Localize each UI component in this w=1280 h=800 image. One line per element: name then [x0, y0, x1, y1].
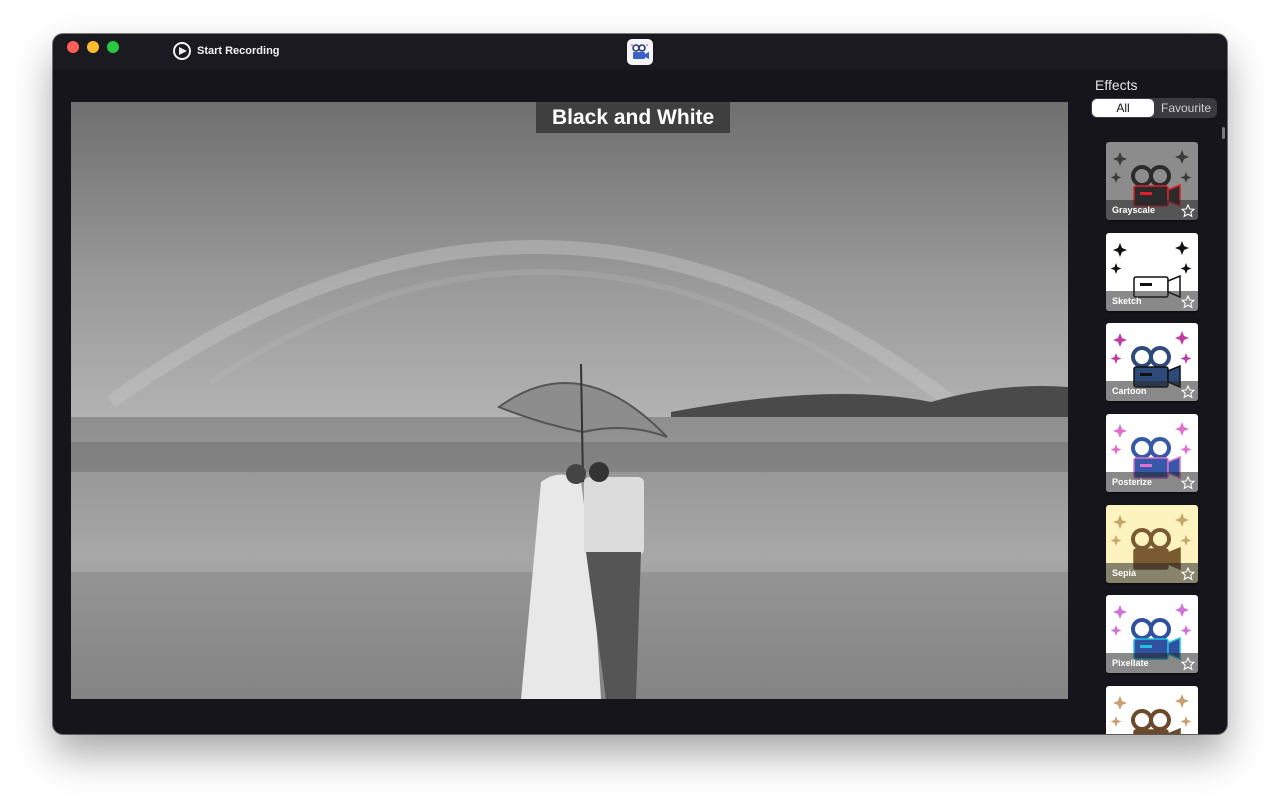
effect-name: Sketch — [1112, 295, 1142, 306]
effect-card[interactable] — [1106, 686, 1198, 734]
favourite-star-icon[interactable] — [1181, 476, 1195, 490]
play-icon — [173, 42, 191, 60]
maximize-window-button[interactable] — [107, 41, 119, 53]
effect-card[interactable]: Posterize — [1106, 414, 1198, 493]
effect-name: Sepia — [1112, 567, 1137, 578]
effects-filter-tabs: All Favourite — [1091, 98, 1217, 118]
favourite-star-icon[interactable] — [1181, 385, 1195, 399]
effect-card[interactable]: Pixellate — [1106, 595, 1198, 674]
minimize-window-button[interactable] — [87, 41, 99, 53]
title-bar: Start Recording — [53, 34, 1227, 70]
favourite-star-icon[interactable] — [1181, 204, 1195, 218]
effect-name: Posterize — [1112, 477, 1153, 488]
tab-all[interactable]: All — [1092, 99, 1154, 117]
favourite-star-icon[interactable] — [1181, 657, 1195, 671]
start-recording-button[interactable]: Start Recording — [173, 40, 280, 62]
tab-favourite[interactable]: Favourite — [1155, 98, 1217, 118]
effect-name: Pixellate — [1112, 658, 1149, 669]
preview-image — [71, 102, 1068, 699]
effects-list: Grayscale Sketch Cartoon Posterize Sepia Pixe… — [1106, 142, 1198, 734]
effect-name: Grayscale — [1112, 205, 1156, 215]
effect-thumbnail-icon — [1110, 694, 1192, 734]
camera-app-icon — [627, 39, 653, 65]
favourite-star-icon[interactable] — [1181, 566, 1195, 581]
favourite-star-icon[interactable] — [1181, 294, 1195, 309]
video-preview[interactable]: Black and White — [71, 102, 1068, 699]
filter-title-badge: Black and White — [536, 102, 731, 133]
effects-scrollbar[interactable] — [1222, 127, 1225, 139]
app-window: Start Recording Black and White Effects … — [53, 34, 1227, 734]
effect-card[interactable]: Cartoon — [1106, 323, 1198, 402]
start-recording-label: Start Recording — [197, 45, 280, 57]
effects-panel-title: Effects — [1095, 77, 1138, 93]
effect-card[interactable]: Grayscale — [1106, 142, 1198, 220]
effect-card[interactable]: Sepia — [1106, 504, 1198, 583]
effect-name: Cartoon — [1112, 386, 1147, 397]
effect-card[interactable]: Sketch — [1106, 232, 1198, 311]
close-window-button[interactable] — [67, 41, 79, 53]
